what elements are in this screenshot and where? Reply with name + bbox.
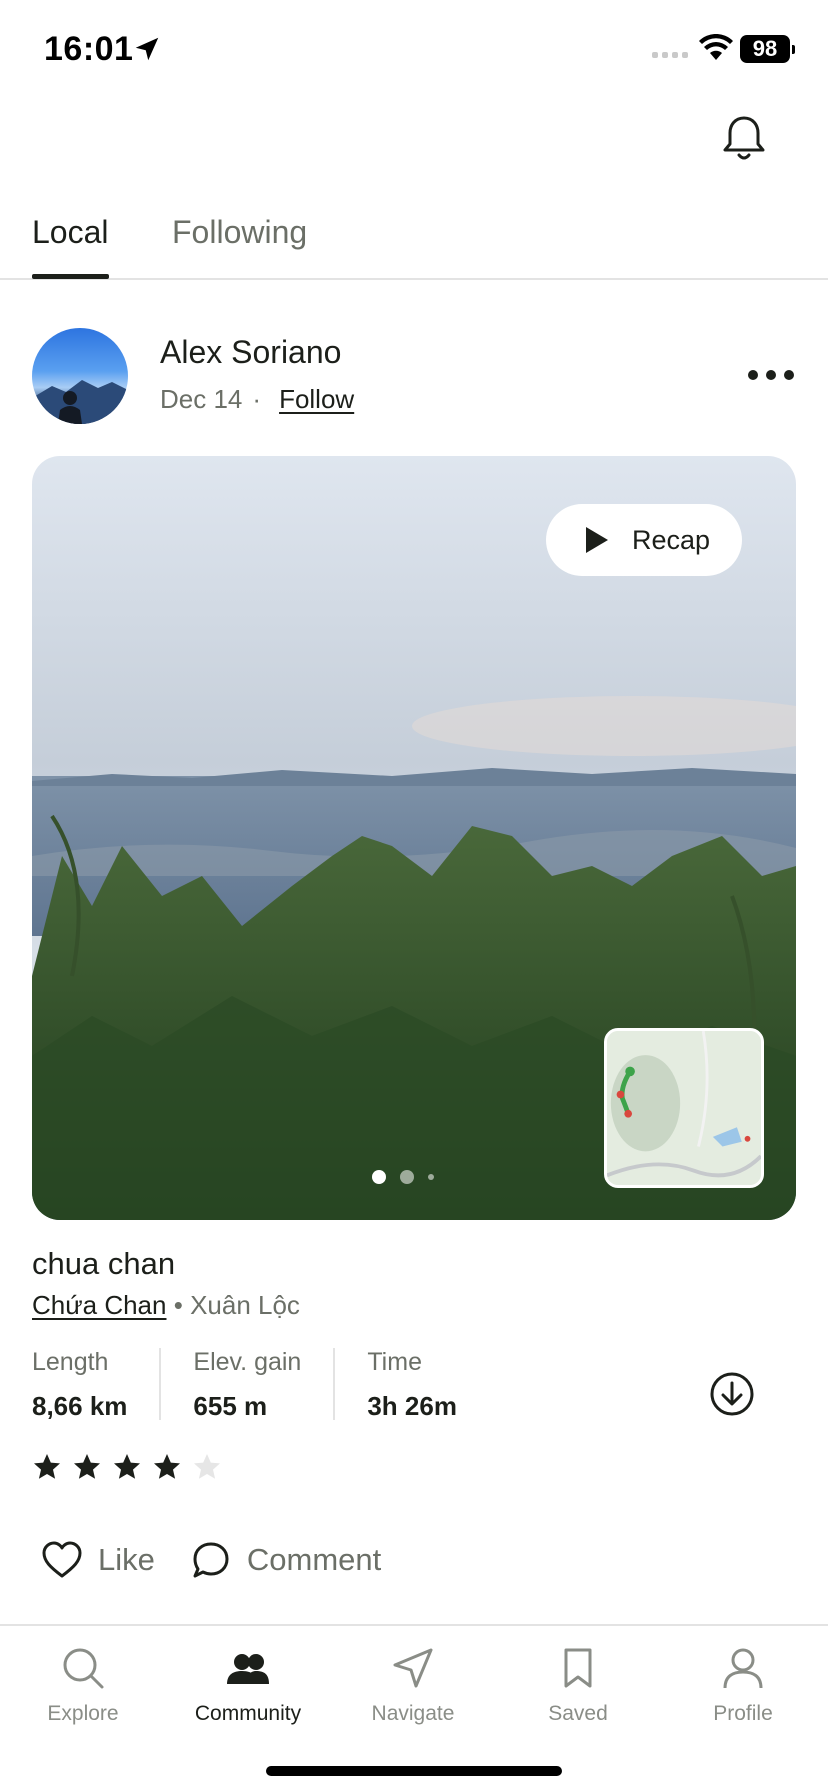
pagination-dot[interactable] [372,1170,386,1184]
heart-icon [42,1541,82,1578]
stat-label: Length [32,1348,109,1376]
location-arrow-icon [135,37,159,61]
trail-location: Chứa Chan • Xuân Lộc [32,1290,300,1321]
stat-elevation: Elev. gain 655 m [159,1348,333,1421]
trail-stats: Length 8,66 km Elev. gain 655 m Time 3h … [32,1348,489,1421]
nav-navigate[interactable]: Navigate [330,1644,496,1726]
home-indicator [266,1766,562,1776]
avatar[interactable] [32,328,128,424]
nav-label: Profile [713,1702,773,1725]
nav-explore[interactable]: Explore [0,1644,166,1726]
stat-time: Time 3h 26m [333,1348,489,1421]
recap-label: Recap [632,524,711,555]
active-tab-indicator [32,274,109,279]
park-link[interactable]: Chứa Chan [32,1290,166,1320]
bookmark-icon [564,1648,592,1688]
rating-stars [32,1452,222,1482]
more-icon [748,370,758,380]
nav-profile[interactable]: Profile [660,1644,826,1726]
post-photo[interactable]: Recap [32,456,796,1220]
star-icon [74,1454,100,1479]
recap-button[interactable]: Recap [546,504,742,576]
nav-community[interactable]: Community [165,1644,331,1726]
tab-following[interactable]: Following [172,214,307,251]
stat-label: Elev. gain [193,1348,302,1376]
stat-value: 3h 26m [367,1391,457,1421]
stat-length: Length 8,66 km [32,1348,159,1421]
star-icon [194,1454,220,1479]
area-name: Xuân Lộc [190,1290,300,1320]
search-icon [63,1648,104,1689]
star-icon [154,1454,180,1479]
nav-label: Saved [548,1702,608,1725]
profile-icon [723,1648,763,1689]
user-name[interactable]: Alex Soriano [160,334,341,371]
post-date: Dec 14 [160,384,243,414]
comment-icon [193,1542,229,1578]
like-label: Like [98,1542,155,1577]
photo-pagination [372,1170,434,1184]
stat-label: Time [367,1348,422,1376]
status-bar: 16:01 98 [0,0,828,100]
bell-icon[interactable] [718,112,770,164]
stat-value: 655 m [193,1391,268,1421]
star-icon [34,1454,60,1479]
nav-saved[interactable]: Saved [495,1644,661,1726]
follow-link[interactable]: Follow [279,384,354,415]
play-icon [586,527,608,553]
pagination-dot[interactable] [400,1170,414,1184]
trail-title[interactable]: chua chan [32,1246,175,1282]
route-map-thumbnail[interactable] [604,1028,764,1188]
pagination-dot[interactable] [428,1174,434,1180]
tab-local[interactable]: Local [32,214,109,251]
battery-level: 98 [740,35,790,63]
location-separator: • [173,1290,183,1320]
wifi-icon [699,34,733,60]
status-time: 16:01 [44,30,134,68]
comment-label: Comment [246,1542,382,1577]
avatar-photo [32,380,128,424]
navigate-icon [393,1648,433,1688]
battery-cap [792,45,795,54]
feed-tabs: Local Following [0,196,828,280]
post-meta: Dec 14 · Follow [160,384,354,415]
like-button[interactable]: Like [40,1538,155,1582]
cellular-signal-icon [652,52,688,58]
stat-value: 8,66 km [32,1391,128,1421]
post-actions: Like Comment [40,1538,415,1582]
nav-label: Explore [47,1702,119,1725]
star-icon [114,1454,140,1479]
route-map [607,1031,761,1185]
comment-button[interactable]: Comment [189,1538,381,1582]
meta-separator: · [252,384,262,414]
nav-label: Community [194,1702,302,1725]
download-icon[interactable] [708,1370,756,1418]
community-icon [227,1654,269,1684]
nav-label: Navigate [371,1702,455,1725]
more-options-button[interactable] [748,370,794,384]
